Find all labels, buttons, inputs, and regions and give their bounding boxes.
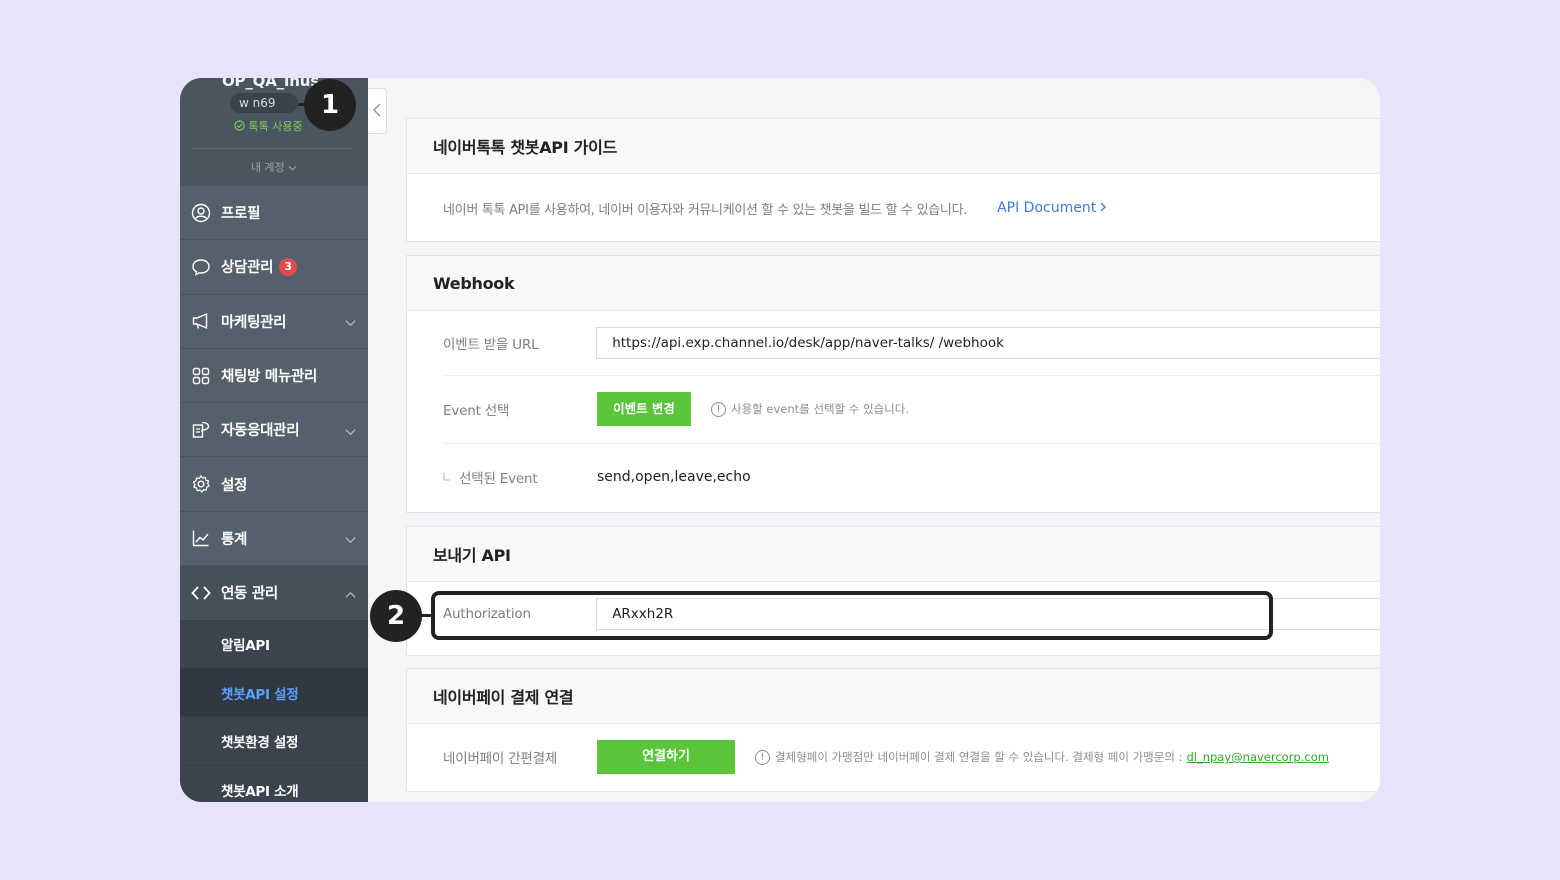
sidebar-item-stats[interactable]: 통계 (180, 511, 368, 567)
sidebar-menu: 프로필 상담관리 3 마케팅관리 채팅방 메뉴관리 자동응대관리 설정 통계 연… (180, 186, 368, 802)
webhook-url-input[interactable]: https://api.exp.channel.io/desk/app/nave… (596, 327, 1380, 359)
info-icon: ! (755, 749, 770, 765)
app-window: OP_QA_Inus w n69 톡톡 사용중 내 계정 프로필 상담관리 3 … (180, 78, 1380, 802)
sidebar-item-auto-reply[interactable]: 자동응대관리 (180, 403, 368, 458)
sidebar-item-label: 자동응대관리 (221, 423, 300, 440)
status-badge: 톡톡 사용중 (234, 118, 303, 134)
naverpay-email-link[interactable]: dl_npay@navercorp.com (1186, 750, 1328, 764)
sidebar-item-chat-menu[interactable]: 채팅방 메뉴관리 (180, 348, 368, 404)
megaphone-icon (190, 310, 212, 332)
auto-reply-icon (190, 419, 212, 441)
check-circle-icon (234, 120, 249, 133)
sidebar-item-integration[interactable]: 연동 관리 (180, 566, 368, 621)
panel-header: 네이버페이 결제 연결 (407, 669, 1380, 724)
status-text: 톡톡 사용중 (248, 120, 303, 133)
chevron-down-icon (345, 312, 356, 331)
sidebar-item-label: 프로필 (221, 206, 261, 223)
tree-branch-icon (443, 469, 451, 485)
info-icon: ! (711, 401, 726, 417)
chevron-up-icon (345, 583, 356, 602)
guide-row: 네이버 톡톡 API를 사용하여, 네이버 이용자와 커뮤니케이션 할 수 있는… (407, 174, 1380, 242)
naverpay-row: 네이버페이 간편결제 연결하기 ! 결제형페이 가맹점만 네이버페이 결제 연결… (407, 724, 1380, 790)
unread-count-badge: 3 (279, 257, 298, 276)
sidebar-subitem-chatbot-api-intro[interactable]: 챗봇API 소개 (180, 765, 368, 802)
panel-title: 보내기 API (433, 546, 511, 565)
url-label: 이벤트 받을 URL (443, 337, 539, 353)
sidebar: OP_QA_Inus w n69 톡톡 사용중 내 계정 프로필 상담관리 3 … (180, 78, 368, 802)
sidebar-item-consult[interactable]: 상담관리 3 (180, 240, 368, 295)
chevron-left-icon (373, 102, 381, 121)
gear-icon (190, 473, 212, 495)
webhook-panel: Webhook 이벤트 받을 URL https://api.exp.chann… (406, 255, 1380, 513)
divider (192, 148, 352, 149)
sidebar-subitem-label: 챗봇API 설정 (221, 686, 299, 703)
sidebar-subitem-chatbot-api-settings[interactable]: 챗봇API 설정 (180, 668, 368, 718)
chevron-down-icon (345, 420, 356, 439)
authorization-highlight (431, 591, 1273, 640)
event-hint-text: 사용할 event를 선택할 수 있습니다. (731, 402, 909, 416)
callout-1: 1 (304, 79, 356, 131)
account-name: OP_QA_Inus (222, 78, 319, 90)
person-icon (190, 202, 212, 224)
sidebar-subitem-alert-api[interactable]: 알림API (180, 620, 368, 669)
chevron-down-icon (288, 161, 297, 174)
panel-title: 네이버페이 결제 연결 (433, 688, 574, 707)
connect-button[interactable]: 연결하기 (597, 740, 735, 774)
line-chart-icon (190, 527, 212, 549)
chevron-right-icon (1100, 200, 1107, 216)
sidebar-item-label: 통계 (221, 531, 248, 548)
chat-bubble-icon (190, 256, 212, 278)
sidebar-item-label: 설정 (221, 477, 248, 494)
panel-title: Webhook (433, 273, 515, 293)
sidebar-item-label: 연동 관리 (221, 586, 278, 603)
sidebar-subitem-label: 챗봇API 소개 (221, 783, 299, 800)
selected-event-row: 선택된 Event send,open,leave,echo (407, 443, 1380, 511)
code-icon (190, 582, 212, 604)
chatbot-api-guide-panel: 네이버톡톡 챗봇API 가이드 네이버 톡톡 API를 사용하여, 네이버 이용… (406, 118, 1380, 242)
api-document-link[interactable]: API Document (997, 200, 1107, 216)
sidebar-item-label: 채팅방 메뉴관리 (221, 369, 318, 386)
naverpay-hint: ! 결제형페이 가맹점만 네이버페이 결제 연결을 할 수 있습니다. 결제형 … (755, 749, 1329, 765)
naverpay-hint-text: 결제형페이 가맹점만 네이버페이 결제 연결을 할 수 있습니다. 결제형 페이… (775, 750, 1183, 764)
webhook-url-row: 이벤트 받을 URL https://api.exp.channel.io/de… (407, 311, 1380, 375)
my-account-label: 내 계정 (250, 161, 285, 174)
chevron-down-icon (345, 529, 356, 548)
callout-2: 2 (370, 590, 422, 642)
my-account-dropdown[interactable]: 내 계정 (180, 159, 368, 175)
selected-event-label-wrap: 선택된 Event (443, 467, 593, 487)
naverpay-panel: 네이버페이 결제 연결 네이버페이 간편결제 연결하기 ! 결제형페이 가맹점만… (406, 668, 1380, 792)
sidebar-collapse-button[interactable] (368, 88, 387, 134)
guide-description: 네이버 톡톡 API를 사용하여, 네이버 이용자와 커뮤니케이션 할 수 있는… (443, 202, 968, 218)
naverpay-label: 네이버페이 간편결제 (443, 751, 558, 767)
panel-header: Webhook (407, 256, 1380, 311)
event-hint: ! 사용할 event를 선택할 수 있습니다. (711, 401, 909, 417)
sidebar-item-settings[interactable]: 설정 (180, 457, 368, 512)
grid-icon (190, 365, 212, 387)
change-event-button[interactable]: 이벤트 변경 (597, 392, 691, 426)
selected-event-label: 선택된 Event (459, 471, 538, 487)
api-document-label: API Document (997, 200, 1097, 216)
panel-header: 네이버톡톡 챗봇API 가이드 (407, 119, 1380, 174)
sidebar-item-marketing[interactable]: 마케팅관리 (180, 294, 368, 349)
selected-event-value: send,open,leave,echo (597, 469, 751, 485)
event-select-row: Event 선택 이벤트 변경 ! 사용할 event를 선택할 수 있습니다. (407, 375, 1380, 443)
event-label: Event 선택 (443, 403, 510, 419)
panel-header: 보내기 API (407, 527, 1380, 582)
sidebar-item-profile[interactable]: 프로필 (180, 186, 368, 241)
sidebar-subitem-label: 챗봇환경 설정 (221, 735, 299, 752)
panel-title: 네이버톡톡 챗봇API 가이드 (433, 138, 617, 157)
account-id-badge: w n69 (230, 93, 298, 113)
sidebar-subitem-chatbot-env-settings[interactable]: 챗봇환경 설정 (180, 717, 368, 766)
sidebar-item-label: 마케팅관리 (221, 314, 287, 331)
sidebar-subitem-label: 알림API (221, 638, 270, 655)
sidebar-item-label: 상담관리 (221, 260, 274, 277)
